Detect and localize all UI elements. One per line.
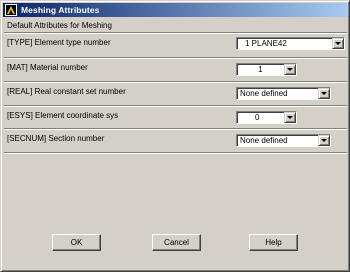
element-type-value: 1 PLANE42: [245, 39, 287, 48]
material-label: [MAT] Material number: [7, 63, 88, 72]
real-constant-label: [REAL] Real constant set number: [7, 87, 126, 96]
ansys-logo-icon: [5, 4, 17, 16]
section-number-dropdown-button[interactable]: [318, 135, 330, 146]
title-bar[interactable]: Meshing Attributes: [3, 3, 347, 17]
section-title: Default Attributes for Meshing: [7, 21, 112, 30]
row-element-type: [TYPE] Element type number 1 PLANE42: [4, 32, 347, 53]
ok-button[interactable]: OK: [52, 234, 101, 251]
chevron-down-icon: [335, 42, 341, 45]
element-coordinate-sys-value: 0: [255, 113, 260, 122]
cancel-button[interactable]: Cancel: [152, 234, 201, 251]
element-coordinate-sys-select[interactable]: 0: [236, 111, 297, 124]
chevron-down-icon: [287, 68, 293, 71]
element-coordinate-sys-dropdown-button[interactable]: [284, 112, 296, 123]
section-number-value: None defined: [240, 136, 288, 145]
bottom-separator: [4, 152, 347, 154]
material-value: 1: [258, 65, 263, 74]
material-select[interactable]: 1: [236, 63, 297, 76]
row-real-constant: [REAL] Real constant set number None def…: [4, 81, 347, 102]
meshing-attributes-dialog: Meshing Attributes Default Attributes fo…: [0, 0, 350, 272]
material-dropdown-button[interactable]: [284, 64, 296, 75]
row-element-coordinate-sys: [ESYS] Element coordinate sys 0: [4, 105, 347, 126]
element-type-select[interactable]: 1 PLANE42: [236, 37, 345, 50]
help-button[interactable]: Help: [249, 234, 298, 251]
row-material: [MAT] Material number 1: [4, 57, 347, 78]
real-constant-select[interactable]: None defined: [236, 87, 331, 100]
element-type-dropdown-button[interactable]: [332, 38, 344, 49]
section-number-select[interactable]: None defined: [236, 134, 331, 147]
section-number-label: [SECNUM] Section number: [7, 134, 105, 143]
chevron-down-icon: [321, 92, 327, 95]
chevron-down-icon: [287, 116, 293, 119]
real-constant-dropdown-button[interactable]: [318, 88, 330, 99]
chevron-down-icon: [321, 139, 327, 142]
element-type-label: [TYPE] Element type number: [7, 38, 111, 47]
row-section-number: [SECNUM] Section number None defined: [4, 128, 347, 149]
element-coordinate-sys-label: [ESYS] Element coordinate sys: [7, 111, 119, 120]
window-title: Meshing Attributes: [21, 5, 100, 15]
real-constant-value: None defined: [240, 89, 288, 98]
